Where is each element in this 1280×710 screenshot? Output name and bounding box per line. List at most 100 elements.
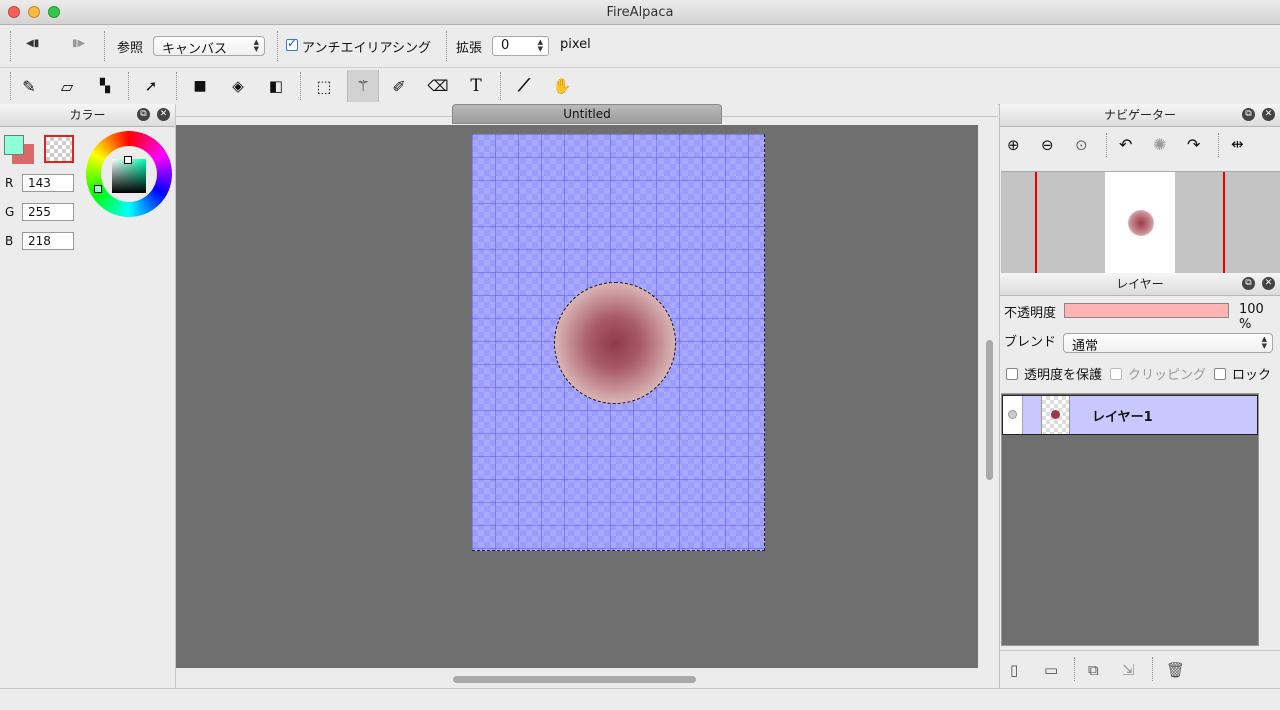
rotate-reset-icon[interactable]: ✺ <box>1153 135 1166 154</box>
hand-icon: ✋ <box>552 77 572 95</box>
vertical-scrollbar-thumb[interactable] <box>986 340 993 480</box>
text-icon: T <box>470 76 482 96</box>
layer-name: レイヤー1 <box>1092 410 1153 425</box>
antialias-label: アンチエイリアシング <box>302 41 431 56</box>
dot-icon: ▚ <box>100 78 110 94</box>
fill-rect-tool[interactable]: ■ <box>185 70 215 102</box>
select-eraser-tool[interactable]: ⌫ <box>423 70 453 102</box>
separator <box>1106 133 1107 157</box>
zoom-fit-icon[interactable]: ⊙ <box>1075 136 1088 154</box>
layer-list: レイヤー1 <box>1001 393 1259 646</box>
new-folder-icon[interactable]: ▭ <box>1044 661 1058 679</box>
tool-bar: ✎ ▱ ▚ ➚ ■ ◈ ◧ ⬚ ⚚ ✐ ⌫ T ⟋ ✋ <box>0 68 1280 105</box>
g-label: G <box>5 205 15 219</box>
rotate-right-icon[interactable]: ↷ <box>1187 135 1200 154</box>
expand-stepper[interactable]: 0 ▲ ▼ <box>492 36 549 56</box>
close-panel-icon[interactable]: ✕ <box>1262 108 1275 121</box>
pen-tool[interactable]: ✎ <box>14 70 44 102</box>
select-tool[interactable]: ⬚ <box>309 70 339 102</box>
r-input[interactable]: 143 <box>22 174 74 192</box>
text-tool[interactable]: T <box>461 70 491 102</box>
stepper-arrows-icon[interactable]: ▲ ▼ <box>538 39 543 53</box>
color-wheel[interactable] <box>86 131 172 217</box>
window-title: FireAlpaca <box>606 5 674 20</box>
clipping-checkbox[interactable] <box>1110 368 1122 380</box>
layer-row[interactable]: レイヤー1 <box>1002 395 1258 435</box>
opacity-slider[interactable] <box>1064 303 1229 318</box>
detach-panel-icon[interactable]: ⧉ <box>1242 277 1255 290</box>
eyedropper-icon: ⟋ <box>518 76 530 96</box>
select-pen-icon: ✐ <box>392 76 406 96</box>
separator <box>128 72 129 100</box>
checkmark-icon: ✓ <box>287 36 298 50</box>
detach-panel-icon[interactable]: ⧉ <box>1242 108 1255 121</box>
separator <box>10 72 11 100</box>
lock-checkbox[interactable] <box>1214 368 1226 380</box>
dot-tool[interactable]: ▚ <box>90 70 120 102</box>
close-panel-icon[interactable]: ✕ <box>1262 277 1275 290</box>
magic-wand-tool[interactable]: ⚚ <box>347 70 379 102</box>
antialias-checkbox[interactable]: ✓ <box>286 36 298 51</box>
rotate-left-icon[interactable]: ↶ <box>1119 135 1132 154</box>
zoom-in-icon[interactable]: ⊕ <box>1007 136 1020 154</box>
detach-panel-icon[interactable]: ⧉ <box>137 108 150 121</box>
merge-down-icon[interactable]: ⇲ <box>1122 661 1135 679</box>
visibility-toggle[interactable] <box>1003 396 1023 434</box>
navigator-view-right <box>1223 172 1225 273</box>
reference-select-value: キャンバス <box>162 42 228 57</box>
hand-tool[interactable]: ✋ <box>547 70 577 102</box>
transparent-color-swatch[interactable] <box>44 135 74 163</box>
next-button[interactable]: ▮▶ <box>72 38 85 49</box>
separator <box>1152 657 1153 681</box>
opacity-label: 不透明度 <box>1004 306 1057 321</box>
opacity-value: 100 % <box>1239 302 1264 332</box>
gradient-tool[interactable]: ◧ <box>261 70 291 102</box>
eyedropper-tool[interactable]: ⟋ <box>509 70 539 102</box>
hue-marker[interactable] <box>124 156 132 164</box>
magic-wand-icon: ⚚ <box>356 77 370 95</box>
sv-marker[interactable] <box>94 185 102 193</box>
foreground-color-swatch[interactable] <box>4 135 24 155</box>
flip-icon[interactable]: ⇹ <box>1231 135 1244 153</box>
move-icon: ➚ <box>144 77 158 95</box>
bottom-strip <box>0 688 1280 710</box>
bucket-icon: ◈ <box>232 77 244 95</box>
saturation-value-square[interactable] <box>112 159 146 193</box>
selected-brush-blob <box>554 282 676 404</box>
select-pen-tool[interactable]: ✐ <box>384 70 414 102</box>
close-panel-icon[interactable]: ✕ <box>157 108 170 121</box>
expand-label: 拡張 <box>456 41 483 56</box>
reference-select[interactable]: キャンバス ▲ ▼ <box>153 36 265 57</box>
layer-scrollbar[interactable] <box>1262 393 1276 646</box>
separator <box>500 72 501 100</box>
new-layer-icon[interactable]: ▯ <box>1010 661 1018 679</box>
navigator-view-left <box>1035 172 1037 273</box>
protect-alpha-checkbox[interactable] <box>1006 368 1018 380</box>
horizontal-scrollbar-thumb[interactable] <box>453 676 696 683</box>
color-panel: カラー ⧉ ✕ R 143 G 255 B 218 <box>0 104 176 688</box>
zoom-out-icon[interactable]: ⊖ <box>1041 136 1054 154</box>
navigator-toolbar: ⊕ ⊖ ⊙ ↶ ✺ ↷ ⇹ <box>1000 127 1280 163</box>
blend-select[interactable]: 通常 ▲ ▼ <box>1063 333 1273 354</box>
layer-thumb-blob <box>1051 410 1060 419</box>
options-bar: ◀▮ ▮▶ 参照 キャンバス ▲ ▼ ✓ アンチエイリアシング 拡張 0 ▲ ▼ p… <box>0 25 1280 68</box>
select-eraser-icon: ⌫ <box>427 77 449 95</box>
layer-thumbnail <box>1041 396 1070 434</box>
duplicate-layer-icon[interactable]: ⧉ <box>1088 661 1099 679</box>
eraser-icon: ▱ <box>60 76 74 96</box>
prev-button[interactable]: ◀▮ <box>26 38 39 49</box>
b-label: B <box>5 234 14 248</box>
navigator-title: ナビゲーター <box>1103 108 1176 122</box>
bucket-tool[interactable]: ◈ <box>223 70 253 102</box>
fill-rect-icon: ■ <box>193 78 207 94</box>
g-input[interactable]: 255 <box>22 203 74 221</box>
navigator-preview[interactable] <box>1001 171 1280 273</box>
trash-icon[interactable]: 🗑 <box>1166 661 1185 679</box>
b-input[interactable]: 218 <box>22 232 74 250</box>
document-tab[interactable]: Untitled <box>452 104 722 124</box>
blend-select-value: 通常 <box>1072 339 1099 354</box>
lock-label: ロック <box>1232 368 1272 383</box>
eraser-tool[interactable]: ▱ <box>52 70 82 102</box>
pen-icon: ✎ <box>22 76 36 96</box>
move-tool[interactable]: ➚ <box>136 70 166 102</box>
